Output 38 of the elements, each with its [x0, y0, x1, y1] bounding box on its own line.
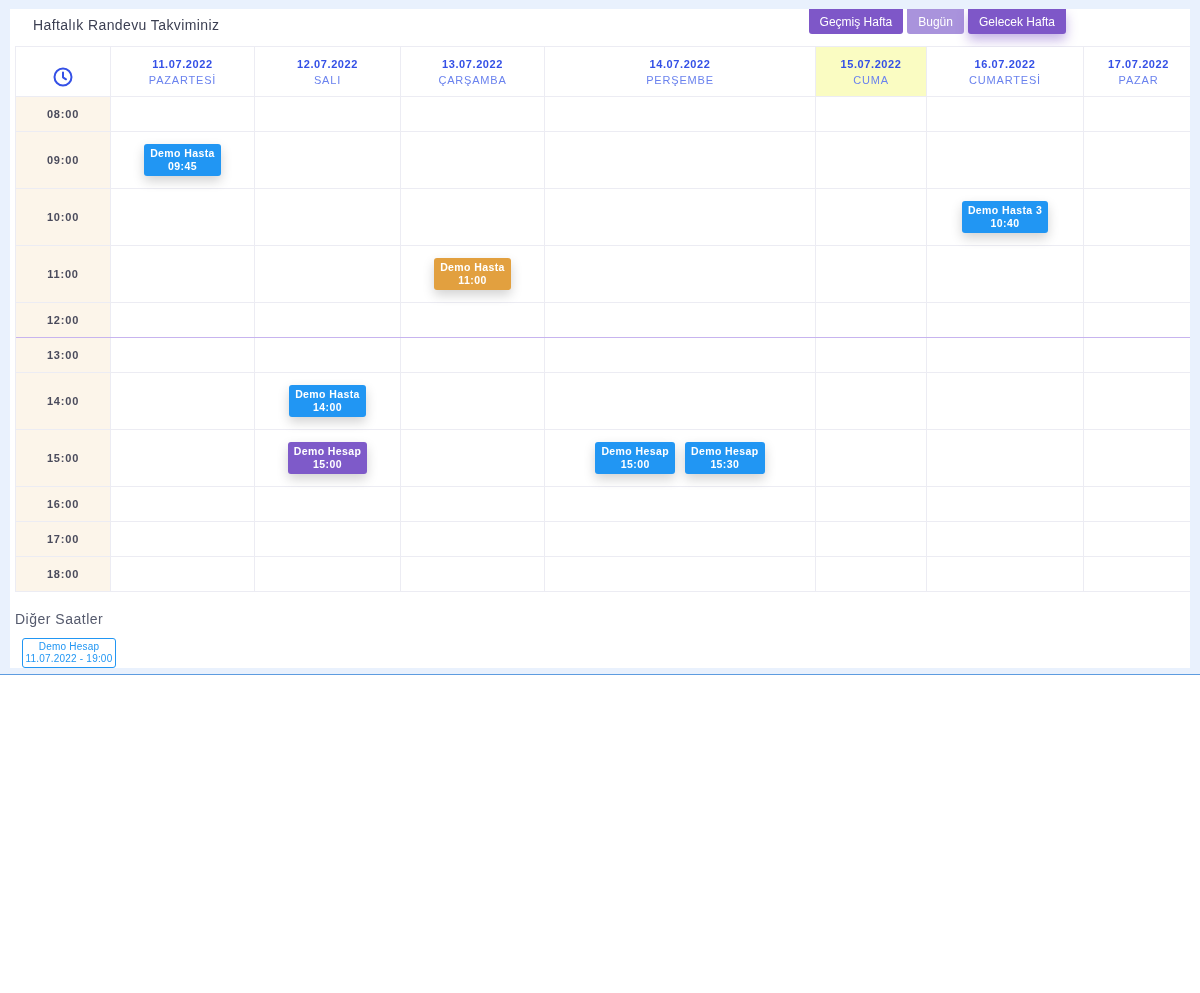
- header-date: 11.07.2022: [152, 57, 213, 70]
- header-weekday: CUMA: [853, 73, 889, 86]
- header-date: 15.07.2022: [840, 57, 902, 70]
- time-label: 08:00: [16, 97, 111, 132]
- previous-week-button[interactable]: Geçmiş Hafta: [808, 9, 904, 34]
- time-label: 12:00: [16, 303, 111, 338]
- header-date: 12.07.2022: [296, 57, 359, 70]
- header-weekday: SALI: [313, 73, 342, 86]
- appointment-chip[interactable]: Demo Hasta 11:00: [434, 258, 511, 290]
- appointment-chip[interactable]: Demo Hasta 09:45: [144, 144, 221, 176]
- time-label: 18:00: [16, 557, 111, 592]
- header-date: 16.07.2022: [974, 57, 1036, 70]
- header-date: 13.07.2022: [441, 57, 504, 70]
- time-label: 17:00: [16, 522, 111, 557]
- time-label: 15:00: [16, 430, 111, 487]
- header-weekday: CUMARTESİ: [969, 73, 1041, 86]
- header-weekday: PERŞEMBE: [646, 73, 714, 86]
- appointment-chip[interactable]: Demo Hesap 15:00: [287, 442, 368, 474]
- appointment-chip[interactable]: Demo Hasta 3 10:40: [961, 201, 1049, 233]
- time-label: 13:00: [16, 338, 111, 373]
- time-label: 11:00: [16, 246, 111, 303]
- page-title: Haftalık Randevu Takviminiz: [33, 16, 220, 35]
- time-label: 09:00: [16, 132, 111, 189]
- clock-icon: [53, 66, 73, 87]
- header-weekday: PAZAR: [1118, 73, 1159, 86]
- header-weekday: ÇARŞAMBA: [438, 73, 507, 86]
- header-date: 17.07.2022: [1107, 57, 1170, 70]
- appointment-chip[interactable]: Demo Hesap 11.07.2022 - 19:00: [22, 638, 116, 668]
- time-label: 10:00: [16, 189, 111, 246]
- appointment-chip[interactable]: Demo Hesap 15:00: [595, 442, 675, 474]
- header-weekday: PAZARTESİ: [148, 73, 217, 86]
- section-title: Diğer Saatler: [15, 610, 105, 628]
- time-label: 14:00: [16, 373, 111, 430]
- header-date: 14.07.2022: [649, 57, 711, 70]
- next-week-button[interactable]: Gelecek Hafta: [967, 9, 1066, 34]
- time-label: 16:00: [16, 487, 111, 522]
- appointment-chip[interactable]: Demo Hesap 15:30: [685, 442, 765, 474]
- appointment-chip[interactable]: Demo Hasta 14:00: [289, 385, 366, 417]
